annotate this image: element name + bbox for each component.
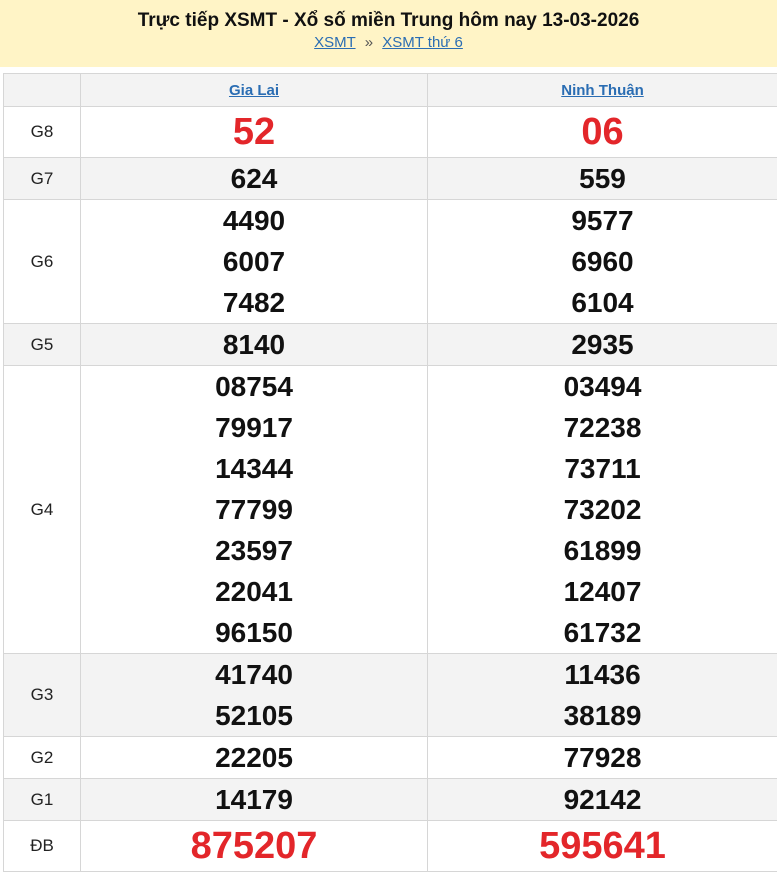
- prize-cell: 595641: [427, 820, 777, 872]
- prize-number: 23597: [215, 535, 293, 566]
- prize-number: 624: [230, 163, 278, 194]
- prize-cell: 22205: [80, 736, 428, 779]
- prize-cell: 77928: [427, 736, 777, 779]
- prize-label: G8: [3, 106, 81, 158]
- prize-number: 559: [579, 163, 626, 194]
- prize-cell: 559: [427, 157, 777, 200]
- breadcrumb: XSMT » XSMT thứ 6: [0, 33, 777, 53]
- prize-number: 4490: [222, 205, 286, 236]
- prize-cell: 52: [80, 106, 428, 158]
- prize-cell: 03494 72238 73711 73202 61899 12407 61732: [427, 365, 777, 654]
- prize-number: 08754: [215, 371, 293, 402]
- prize-number: 12407: [563, 576, 642, 607]
- prize-cell: 08754 79917 14344 77799 23597 22041 96150: [80, 365, 428, 654]
- prize-label: G4: [3, 365, 81, 654]
- prize-number: 77928: [563, 742, 642, 773]
- prize-number: 38189: [563, 700, 642, 731]
- prize-number: 61899: [563, 535, 642, 566]
- table-header-row: Gia Lai Ninh Thuận: [3, 73, 777, 107]
- prize-number: 2935: [571, 329, 634, 360]
- province-header: Ninh Thuận: [427, 73, 777, 107]
- prize-label: G3: [3, 653, 81, 737]
- prize-label: ĐB: [3, 820, 81, 872]
- prize-cell: 06: [427, 106, 777, 158]
- prize-row-g5: G5 8140 2935: [3, 323, 777, 366]
- prize-cell: 41740 52105: [80, 653, 428, 737]
- prize-number: 72238: [563, 412, 642, 443]
- prize-row-g7: G7 624 559: [3, 157, 777, 200]
- prize-label: G5: [3, 323, 81, 366]
- prize-cell: 8140: [80, 323, 428, 366]
- prize-number: 79917: [215, 412, 293, 443]
- prize-number: 875207: [190, 825, 318, 867]
- page-header: Trực tiếp XSMT - Xổ số miền Trung hôm na…: [0, 0, 777, 67]
- prize-cell: 14179: [80, 778, 428, 821]
- province-header: Gia Lai: [80, 73, 428, 107]
- prize-number: 73202: [563, 494, 642, 525]
- prize-cell: 11436 38189: [427, 653, 777, 737]
- prize-cell: 875207: [80, 820, 428, 872]
- prize-number: 77799: [215, 494, 293, 525]
- prize-row-g1: G1 14179 92142: [3, 778, 777, 821]
- prize-number: 06: [581, 111, 624, 153]
- breadcrumb-link-xsmt[interactable]: XSMT: [314, 34, 355, 51]
- prize-number: 92142: [563, 784, 642, 815]
- prize-cell: 4490 6007 7482: [80, 199, 428, 324]
- prize-number: 14179: [215, 784, 293, 815]
- prize-number: 61732: [563, 617, 642, 648]
- prize-number: 41740: [215, 659, 293, 690]
- prize-cell: 9577 6960 6104: [427, 199, 777, 324]
- prize-number: 96150: [215, 617, 293, 648]
- prize-number: 22041: [215, 576, 293, 607]
- prize-label: G7: [3, 157, 81, 200]
- prize-row-g2: G2 22205 77928: [3, 736, 777, 779]
- prize-label: G2: [3, 736, 81, 779]
- prize-number: 11436: [564, 659, 641, 690]
- prize-row-g3: G3 41740 52105 11436 38189: [3, 653, 777, 737]
- prize-number: 6960: [571, 246, 634, 277]
- breadcrumb-link-xsmt-thu-6[interactable]: XSMT thứ 6: [382, 34, 463, 51]
- prize-row-g8: G8 52 06: [3, 106, 777, 158]
- prize-label: G6: [3, 199, 81, 324]
- prize-row-db: ĐB 875207 595641: [3, 820, 777, 872]
- results-table: Gia Lai Ninh Thuận G8 52 06 G7 624 559 G6 4490 6…: [3, 73, 777, 872]
- prize-label: G1: [3, 778, 81, 821]
- province-link-ninh-thuan[interactable]: Ninh Thuận: [561, 82, 644, 99]
- prize-number: 52105: [215, 700, 293, 731]
- corner-cell: [3, 73, 81, 107]
- prize-row-g6: G6 4490 6007 7482 9577 6960 6104: [3, 199, 777, 324]
- prize-number: 14344: [215, 453, 293, 484]
- prize-number: 595641: [539, 825, 666, 867]
- prize-number: 7482: [222, 287, 286, 318]
- province-link-gia-lai[interactable]: Gia Lai: [229, 82, 279, 99]
- breadcrumb-separator: »: [364, 34, 374, 51]
- prize-number: 22205: [215, 742, 293, 773]
- prize-number: 6007: [222, 246, 286, 277]
- prize-cell: 92142: [427, 778, 777, 821]
- prize-number: 03494: [563, 371, 642, 402]
- prize-number: 6104: [571, 287, 634, 318]
- prize-number: 8140: [222, 329, 286, 360]
- prize-number: 73711: [564, 453, 641, 484]
- page-title: Trực tiếp XSMT - Xổ số miền Trung hôm na…: [137, 10, 640, 31]
- prize-row-g4: G4 08754 79917 14344 77799 23597 22041 96150 034…: [3, 365, 777, 654]
- prize-cell: 2935: [427, 323, 777, 366]
- prize-number: 52: [232, 111, 276, 153]
- prize-number: 9577: [571, 205, 634, 236]
- prize-cell: 624: [80, 157, 428, 200]
